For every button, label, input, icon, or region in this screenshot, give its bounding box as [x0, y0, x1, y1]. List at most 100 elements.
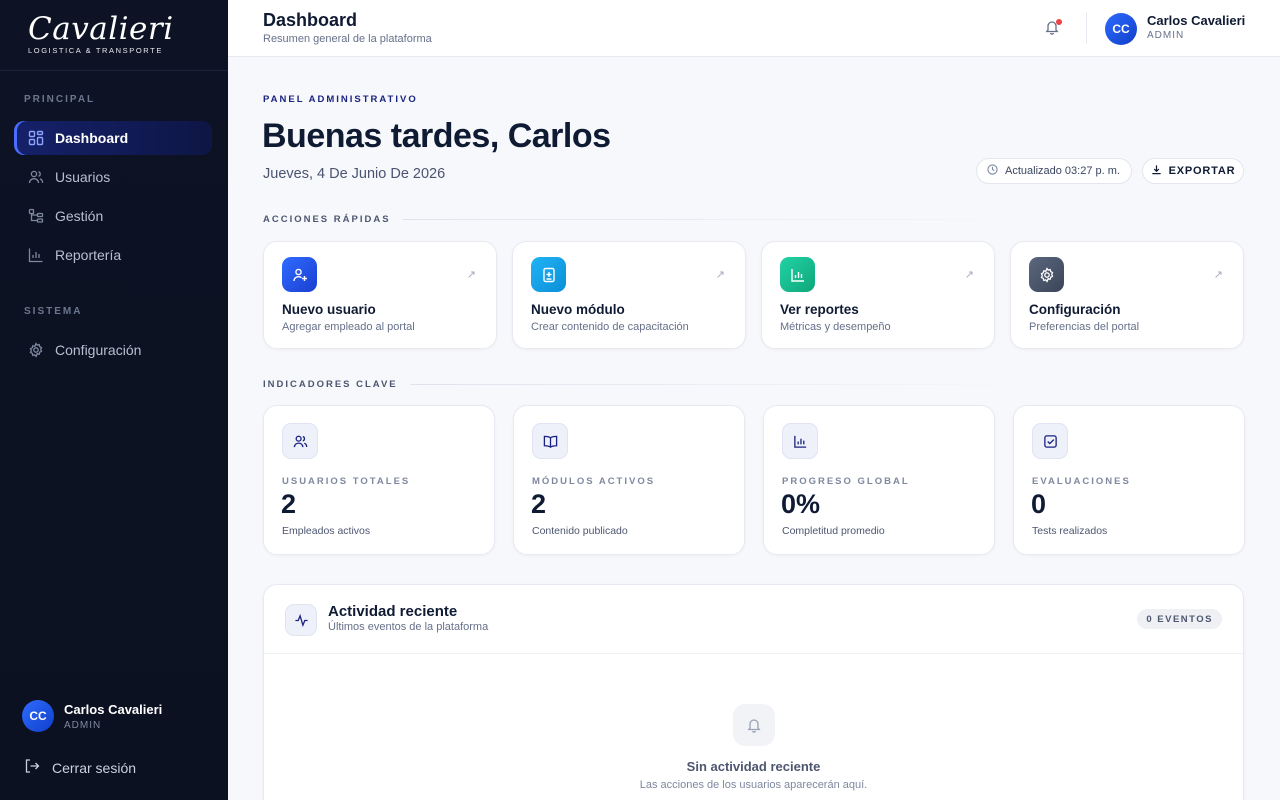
sidebar-item-label: Gestión	[55, 208, 104, 224]
quick-action-title: Ver reportes	[780, 302, 859, 317]
activity-subtitle: Últimos eventos de la plataforma	[328, 621, 489, 633]
sidebar-item-gestion[interactable]: Gestión	[14, 199, 212, 233]
sidebar-item-label: Configuración	[55, 342, 142, 358]
arrow-up-right-icon: ↗	[1213, 269, 1223, 281]
recent-activity-panel: Actividad reciente Últimos eventos de la…	[263, 584, 1244, 800]
header-user-role: ADMIN	[1147, 30, 1185, 41]
users-icon	[282, 423, 318, 459]
notification-dot	[1056, 19, 1062, 25]
bar-chart-icon	[28, 247, 44, 263]
clock-icon	[987, 164, 998, 178]
activity-icon	[285, 604, 317, 636]
arrow-up-right-icon: ↗	[964, 269, 974, 281]
kpi-label: PROGRESO GLOBAL	[782, 476, 910, 487]
kpi-label: MÓDULOS ACTIVOS	[532, 476, 656, 487]
main-content: PANEL ADMINISTRATIVO Buenas tardes, Carl…	[228, 57, 1280, 800]
kpi-value: 0	[1031, 489, 1047, 519]
quick-actions-label: ACCIONES RÁPIDAS	[263, 214, 391, 225]
quick-action-desc: Crear contenido de capacitación	[531, 321, 689, 333]
panel-eyebrow: PANEL ADMINISTRATIVO	[263, 94, 418, 105]
download-icon	[1151, 164, 1162, 178]
quick-action-desc: Métricas y desempeño	[780, 321, 891, 333]
kpi-label: USUARIOS TOTALES	[282, 476, 411, 487]
kpi-card-users: USUARIOS TOTALES 2 Empleados activos	[263, 405, 495, 555]
activity-header: Actividad reciente Últimos eventos de la…	[264, 585, 1243, 654]
kpi-value: 2	[281, 489, 297, 519]
current-date: Jueves, 4 De Junio De 2026	[263, 166, 446, 182]
brand-name: Cavalieri	[28, 11, 174, 47]
notifications-button[interactable]	[1044, 19, 1062, 37]
sidebar-item-reporteria[interactable]: Reportería	[14, 238, 212, 272]
grid-icon	[28, 130, 44, 146]
logout-label: Cerrar sesión	[52, 759, 137, 776]
header-divider	[1086, 12, 1087, 44]
kpi-heading: INDICADORES CLAVE	[263, 379, 1040, 390]
divider	[402, 219, 1053, 220]
export-button[interactable]: EXPORTAR	[1142, 158, 1244, 184]
book-icon	[532, 423, 568, 459]
greeting-heading: Buenas tardes, Carlos	[262, 117, 611, 155]
sidebar-item-label: Usuarios	[55, 169, 111, 185]
avatar: CC	[22, 700, 54, 732]
sidebar-item-label: Dashboard	[55, 130, 129, 146]
updated-badge: Actualizado 03:27 p. m.	[976, 158, 1132, 184]
brand-logo[interactable]: Cavalieri LOGISTICA & TRANSPORTE	[0, 0, 228, 71]
sidebar-item-dashboard[interactable]: Dashboard	[14, 121, 212, 155]
logout-button[interactable]: Cerrar sesión	[24, 758, 136, 777]
sidebar-item-label: Reportería	[55, 247, 122, 263]
export-label: EXPORTAR	[1168, 165, 1236, 177]
activity-title: Actividad reciente	[328, 603, 458, 620]
header-avatar[interactable]: CC	[1105, 13, 1137, 45]
kpi-card-modules: MÓDULOS ACTIVOS 2 Contenido publicado	[513, 405, 745, 555]
tree-icon	[28, 208, 44, 224]
sidebar-user[interactable]: CC Carlos Cavalieri ADMIN	[22, 700, 162, 732]
arrow-up-right-icon: ↗	[715, 269, 725, 281]
bell-icon	[733, 704, 775, 746]
brand-tagline: LOGISTICA & TRANSPORTE	[28, 46, 163, 55]
quick-action-settings[interactable]: ↗ Configuración Preferencias del portal	[1010, 241, 1244, 349]
top-header: Dashboard Resumen general de la platafor…	[228, 0, 1280, 57]
kpi-label: EVALUACIONES	[1032, 476, 1131, 487]
divider	[409, 384, 1040, 385]
sidebar-item-configuracion[interactable]: Configuración	[14, 333, 212, 367]
users-icon	[28, 169, 44, 185]
quick-action-new-user[interactable]: ↗ Nuevo usuario Agregar empleado al port…	[263, 241, 497, 349]
sidebar: Cavalieri LOGISTICA & TRANSPORTE PRINCIP…	[0, 0, 228, 800]
kpi-value: 0%	[781, 489, 821, 519]
quick-action-title: Configuración	[1029, 302, 1121, 317]
reports-icon	[780, 257, 815, 292]
gear-icon	[1029, 257, 1064, 292]
events-count-badge: 0 EVENTOS	[1137, 609, 1222, 629]
kpi-value: 2	[531, 489, 547, 519]
empty-state-subtitle: Las acciones de los usuarios aparecerán …	[639, 779, 868, 791]
page-title: Dashboard	[263, 10, 358, 30]
quick-action-view-reports[interactable]: ↗ Ver reportes Métricas y desempeño	[761, 241, 995, 349]
checkbox-icon	[1032, 423, 1068, 459]
empty-state-title: Sin actividad reciente	[686, 759, 821, 774]
quick-action-desc: Agregar empleado al portal	[282, 321, 415, 333]
add-user-icon	[282, 257, 317, 292]
kpi-card-evaluations: EVALUACIONES 0 Tests realizados	[1013, 405, 1245, 555]
header-user-name: Carlos Cavalieri	[1147, 13, 1246, 28]
quick-action-title: Nuevo usuario	[282, 302, 376, 317]
section-label-principal: PRINCIPAL	[24, 94, 96, 105]
user-name: Carlos Cavalieri	[64, 701, 163, 717]
kpi-desc: Completitud promedio	[782, 525, 885, 537]
sidebar-item-usuarios[interactable]: Usuarios	[14, 160, 212, 194]
user-role: ADMIN	[64, 719, 102, 731]
kpi-card-progress: PROGRESO GLOBAL 0% Completitud promedio	[763, 405, 995, 555]
quick-action-new-module[interactable]: ↗ Nuevo módulo Crear contenido de capaci…	[512, 241, 746, 349]
bar-chart-icon	[782, 423, 818, 459]
kpi-desc: Empleados activos	[282, 525, 371, 537]
logout-icon	[24, 758, 40, 777]
gear-icon	[28, 342, 44, 358]
arrow-up-right-icon: ↗	[466, 269, 476, 281]
kpi-desc: Contenido publicado	[532, 525, 628, 537]
page-subtitle: Resumen general de la plataforma	[263, 33, 432, 45]
add-module-icon	[531, 257, 566, 292]
section-label-sistema: SISTEMA	[24, 306, 83, 317]
quick-actions-heading: ACCIONES RÁPIDAS	[263, 214, 1053, 225]
kpi-desc: Tests realizados	[1032, 525, 1108, 537]
kpi-label: INDICADORES CLAVE	[263, 379, 398, 390]
quick-action-desc: Preferencias del portal	[1029, 321, 1140, 333]
